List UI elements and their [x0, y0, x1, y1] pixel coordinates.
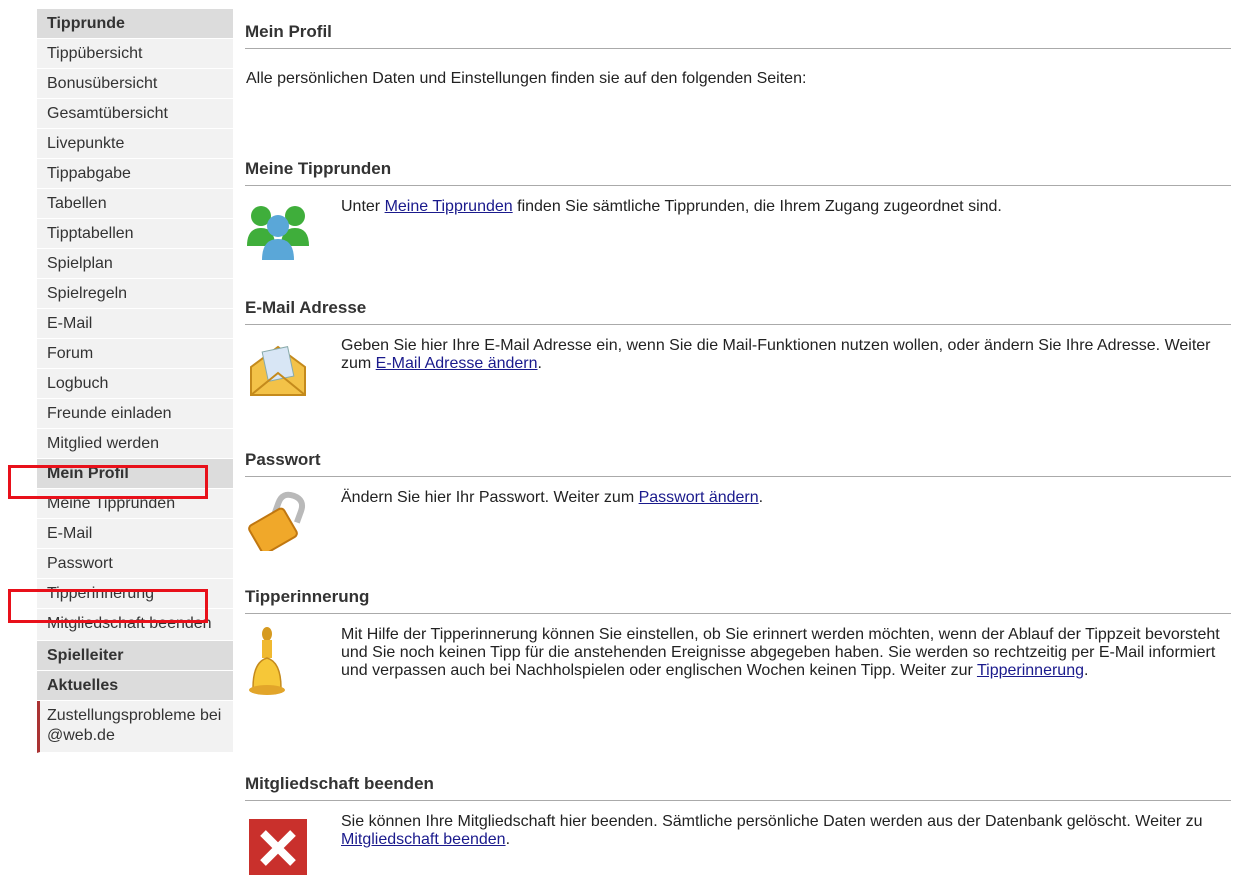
- nav-item-livepunkte[interactable]: Livepunkte: [37, 129, 233, 159]
- nav-item-profil-email[interactable]: E-Mail: [37, 519, 233, 549]
- link-passwort-aendern[interactable]: Passwort ändern: [639, 489, 759, 506]
- delete-x-icon: [249, 819, 307, 875]
- nav-item-spielplan[interactable]: Spielplan: [37, 249, 233, 279]
- section-passwort: Passwort Ändern Sie hier Ihr Passwort. W…: [245, 450, 1231, 551]
- nav-item-tipptabellen[interactable]: Tipptabellen: [37, 219, 233, 249]
- link-meine-tipprunden[interactable]: Meine Tipprunden: [385, 198, 513, 215]
- nav-item-forum[interactable]: Forum: [37, 339, 233, 369]
- section-tipperinnerung: Tipperinnerung Mit Hilfe der Tipperinner…: [245, 587, 1231, 706]
- section-text: Unter Meine Tipprunden finden Sie sämtli…: [341, 198, 1002, 215]
- section-title: Tipperinnerung: [245, 587, 1231, 614]
- link-mitgliedschaft-beenden[interactable]: Mitgliedschaft beenden: [341, 831, 506, 848]
- link-email-adresse-aendern[interactable]: E-Mail Adresse ändern: [376, 355, 538, 372]
- highlight-box-mein-profil: [8, 465, 208, 499]
- page-title: Mein Profil: [245, 22, 1231, 49]
- nav-group-spielleiter[interactable]: Spielleiter: [37, 641, 233, 671]
- envelope-icon: [250, 345, 306, 396]
- nav-group-tipprunde[interactable]: Tipprunde: [37, 9, 233, 39]
- section-title: Mitgliedschaft beenden: [245, 774, 1231, 801]
- nav-item-mitglied-werden[interactable]: Mitglied werden: [37, 429, 233, 459]
- padlock-icon: [248, 491, 306, 551]
- section-mitgliedschaft-beenden: Mitgliedschaft beenden Sie können Ihre M…: [245, 774, 1231, 875]
- main-content: Mein Profil Alle persönlichen Daten und …: [245, 22, 1231, 875]
- section-title: Meine Tipprunden: [245, 159, 1231, 186]
- users-icon: [247, 206, 309, 260]
- link-tipperinnerung[interactable]: Tipperinnerung: [977, 662, 1084, 679]
- nav-item-tippabgabe[interactable]: Tippabgabe: [37, 159, 233, 189]
- nav-item-tippuebersicht[interactable]: Tippübersicht: [37, 39, 233, 69]
- nav-item-news-zustellungsprobleme[interactable]: Zustellungsprobleme bei @web.de: [37, 701, 233, 753]
- nav-item-logbuch[interactable]: Logbuch: [37, 369, 233, 399]
- highlight-box-tipperinnerung: [8, 589, 208, 623]
- section-title: E-Mail Adresse: [245, 298, 1231, 325]
- intro-text: Alle persönlichen Daten und Einstellunge…: [246, 70, 807, 87]
- nav-item-gesamtuebersicht[interactable]: Gesamtübersicht: [37, 99, 233, 129]
- nav-item-freunde-einladen[interactable]: Freunde einladen: [37, 399, 233, 429]
- section-text: Ändern Sie hier Ihr Passwort. Weiter zum…: [341, 489, 764, 506]
- nav-group-aktuelles[interactable]: Aktuelles: [37, 671, 233, 701]
- nav-item-email[interactable]: E-Mail: [37, 309, 233, 339]
- section-text: Mit Hilfe der Tipperinnerung können Sie …: [341, 626, 1220, 679]
- bell-icon: [249, 627, 285, 695]
- nav-item-passwort[interactable]: Passwort: [37, 549, 233, 579]
- section-text: Geben Sie hier Ihre E-Mail Adresse ein, …: [341, 337, 1211, 372]
- section-text: Sie können Ihre Mitgliedschaft hier been…: [341, 813, 1203, 848]
- section-title: Passwort: [245, 450, 1231, 477]
- sidebar-nav: Tipprunde Tippübersicht Bonusübersicht G…: [37, 9, 233, 753]
- nav-item-spielregeln[interactable]: Spielregeln: [37, 279, 233, 309]
- nav-item-bonusuebersicht[interactable]: Bonusübersicht: [37, 69, 233, 99]
- section-meine-tipprunden: Meine Tipprunden Unter Meine Tipprunden …: [245, 159, 1231, 260]
- nav-item-tabellen[interactable]: Tabellen: [37, 189, 233, 219]
- section-email-adresse: E-Mail Adresse Geben Sie hier Ihre E-Mai…: [245, 298, 1231, 399]
